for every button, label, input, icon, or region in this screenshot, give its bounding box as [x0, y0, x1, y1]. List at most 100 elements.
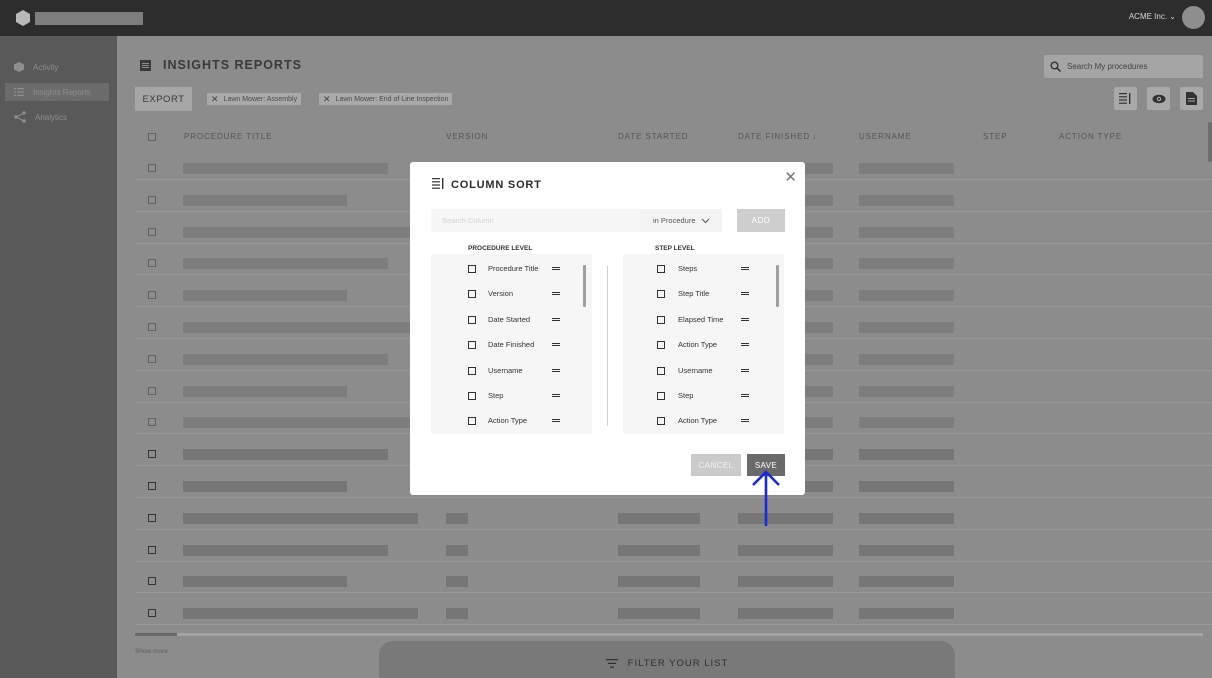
column-checkbox[interactable]	[657, 366, 665, 375]
visibility-button[interactable]	[1147, 87, 1170, 110]
sort-down-icon[interactable]: ↓	[812, 132, 817, 141]
list-scrollbar[interactable]	[776, 265, 779, 307]
select-all-checkbox[interactable]	[148, 133, 156, 141]
column-checkbox[interactable]	[657, 265, 665, 273]
drag-handle-icon[interactable]	[741, 343, 749, 347]
column-header-action-type[interactable]: ACTION TYPE	[1059, 132, 1122, 141]
drag-handle-icon[interactable]	[741, 292, 749, 296]
column-list-item[interactable]: Action Type	[623, 337, 784, 353]
column-checkbox[interactable]	[657, 417, 665, 426]
column-checkbox[interactable]	[657, 341, 665, 350]
row-checkbox[interactable]	[148, 482, 156, 490]
company-menu[interactable]: ACME Inc. ⌄	[1129, 12, 1176, 21]
column-sort-modal: ✕ COLUMN SORT Search Column in Procedure…	[410, 162, 805, 495]
column-checkbox[interactable]	[468, 417, 476, 426]
column-header-username[interactable]: USERNAME	[859, 132, 912, 141]
close-icon[interactable]: ✕	[323, 94, 331, 105]
column-header-step[interactable]: STEP	[983, 132, 1008, 141]
drag-handle-icon[interactable]	[552, 419, 560, 423]
column-checkbox[interactable]	[468, 366, 476, 375]
row-checkbox[interactable]	[148, 323, 156, 331]
row-checkbox[interactable]	[148, 259, 156, 268]
drag-handle-icon[interactable]	[552, 368, 560, 372]
column-list-item[interactable]: Date Started	[431, 312, 592, 328]
row-checkbox[interactable]	[148, 386, 156, 395]
drag-handle-icon[interactable]	[741, 368, 749, 372]
drag-handle-icon[interactable]	[741, 419, 749, 423]
sidebar-item-label: Insights Reports	[33, 87, 91, 97]
column-list-item[interactable]: Username	[431, 363, 592, 379]
drag-handle-icon[interactable]	[552, 343, 560, 347]
sidebar-item-insights-reports[interactable]: Insights Reports	[5, 83, 109, 101]
column-header-date-finished[interactable]: DATE FINISHED	[738, 132, 810, 141]
column-list-item[interactable]: Action Type	[431, 413, 592, 429]
row-checkbox[interactable]	[148, 513, 156, 522]
placeholder-cell	[859, 353, 954, 365]
avatar[interactable]	[1182, 6, 1205, 29]
show-more-link[interactable]: Show more	[135, 648, 168, 655]
close-icon[interactable]: ✕	[784, 168, 797, 186]
drag-handle-icon[interactable]	[552, 267, 560, 270]
filter-chip[interactable]: ✕ Lawn Mower: Assembly	[207, 93, 302, 105]
scope-select[interactable]: in Procedure	[640, 209, 722, 232]
row-checkbox[interactable]	[148, 195, 156, 204]
row-checkbox[interactable]	[148, 354, 156, 363]
column-checkbox[interactable]	[657, 315, 665, 324]
column-list-item[interactable]: Elapsed Time	[623, 312, 784, 328]
close-icon[interactable]: ✕	[211, 94, 219, 105]
sidebar-item-analytics[interactable]: Analytics	[5, 108, 109, 126]
row-checkbox[interactable]	[148, 418, 156, 427]
column-list-item[interactable]: Version	[431, 286, 592, 302]
column-header-procedure-title[interactable]: PROCEDURE TITLE	[184, 132, 272, 141]
column-list-item[interactable]: Date Finished	[431, 337, 592, 353]
column-checkbox[interactable]	[468, 315, 476, 324]
filter-chip[interactable]: ✕ Lawn Mower: End of Line Inspection	[319, 93, 453, 105]
logo-icon[interactable]	[14, 9, 32, 27]
row-checkbox[interactable]	[148, 450, 156, 459]
row-checkbox[interactable]	[148, 227, 156, 236]
column-checkbox[interactable]	[657, 392, 665, 400]
column-list-item[interactable]: Step Title	[623, 286, 784, 302]
drag-handle-icon[interactable]	[552, 317, 560, 321]
column-checkbox[interactable]	[657, 290, 665, 299]
column-item-label: Procedure Title	[488, 264, 539, 273]
drag-handle-icon[interactable]	[741, 267, 749, 270]
column-list-item[interactable]: Action Type	[623, 413, 784, 429]
placeholder-cell	[183, 608, 418, 620]
export-button[interactable]: EXPORT	[135, 87, 192, 111]
column-list-item[interactable]: Username	[623, 363, 784, 379]
column-checkbox[interactable]	[468, 265, 476, 273]
horizontal-scroll-thumb[interactable]	[135, 633, 177, 636]
add-button[interactable]: ADD	[737, 209, 785, 232]
horizontal-scrollbar[interactable]	[135, 633, 1203, 636]
list-scrollbar[interactable]	[583, 265, 586, 307]
column-checkbox[interactable]	[468, 290, 476, 299]
placeholder-cell	[183, 417, 418, 429]
row-checkbox[interactable]	[148, 164, 156, 172]
filter-your-list-button[interactable]: FILTER YOUR LIST	[379, 641, 955, 678]
drag-handle-icon[interactable]	[741, 394, 749, 397]
column-search-input[interactable]: Search Column	[431, 209, 640, 232]
vertical-scrollbar[interactable]	[1208, 122, 1212, 162]
row-checkbox[interactable]	[148, 545, 156, 554]
column-checkbox[interactable]	[468, 341, 476, 350]
row-checkbox[interactable]	[148, 577, 156, 586]
search-input[interactable]: Search My procedures	[1044, 55, 1203, 78]
row-checkbox[interactable]	[148, 609, 156, 618]
column-header-date-started[interactable]: DATE STARTED	[618, 132, 688, 141]
row-checkbox[interactable]	[148, 291, 156, 300]
drag-handle-icon[interactable]	[552, 394, 560, 397]
sidebar-item-label: Activity	[33, 62, 59, 72]
document-button[interactable]	[1180, 87, 1203, 110]
column-checkbox[interactable]	[468, 392, 476, 400]
sidebar-item-activity[interactable]: Activity	[5, 58, 109, 76]
column-list-item[interactable]: Steps	[623, 261, 784, 277]
column-sort-button[interactable]	[1114, 87, 1137, 110]
drag-handle-icon[interactable]	[552, 292, 560, 296]
column-header-version[interactable]: VERSION	[446, 132, 488, 141]
column-list-item[interactable]: Step	[431, 388, 592, 404]
drag-handle-icon[interactable]	[741, 317, 749, 321]
column-list-item[interactable]: Step	[623, 388, 784, 404]
cancel-button[interactable]: CANCEL	[691, 454, 741, 476]
column-list-item[interactable]: Procedure Title	[431, 261, 592, 277]
